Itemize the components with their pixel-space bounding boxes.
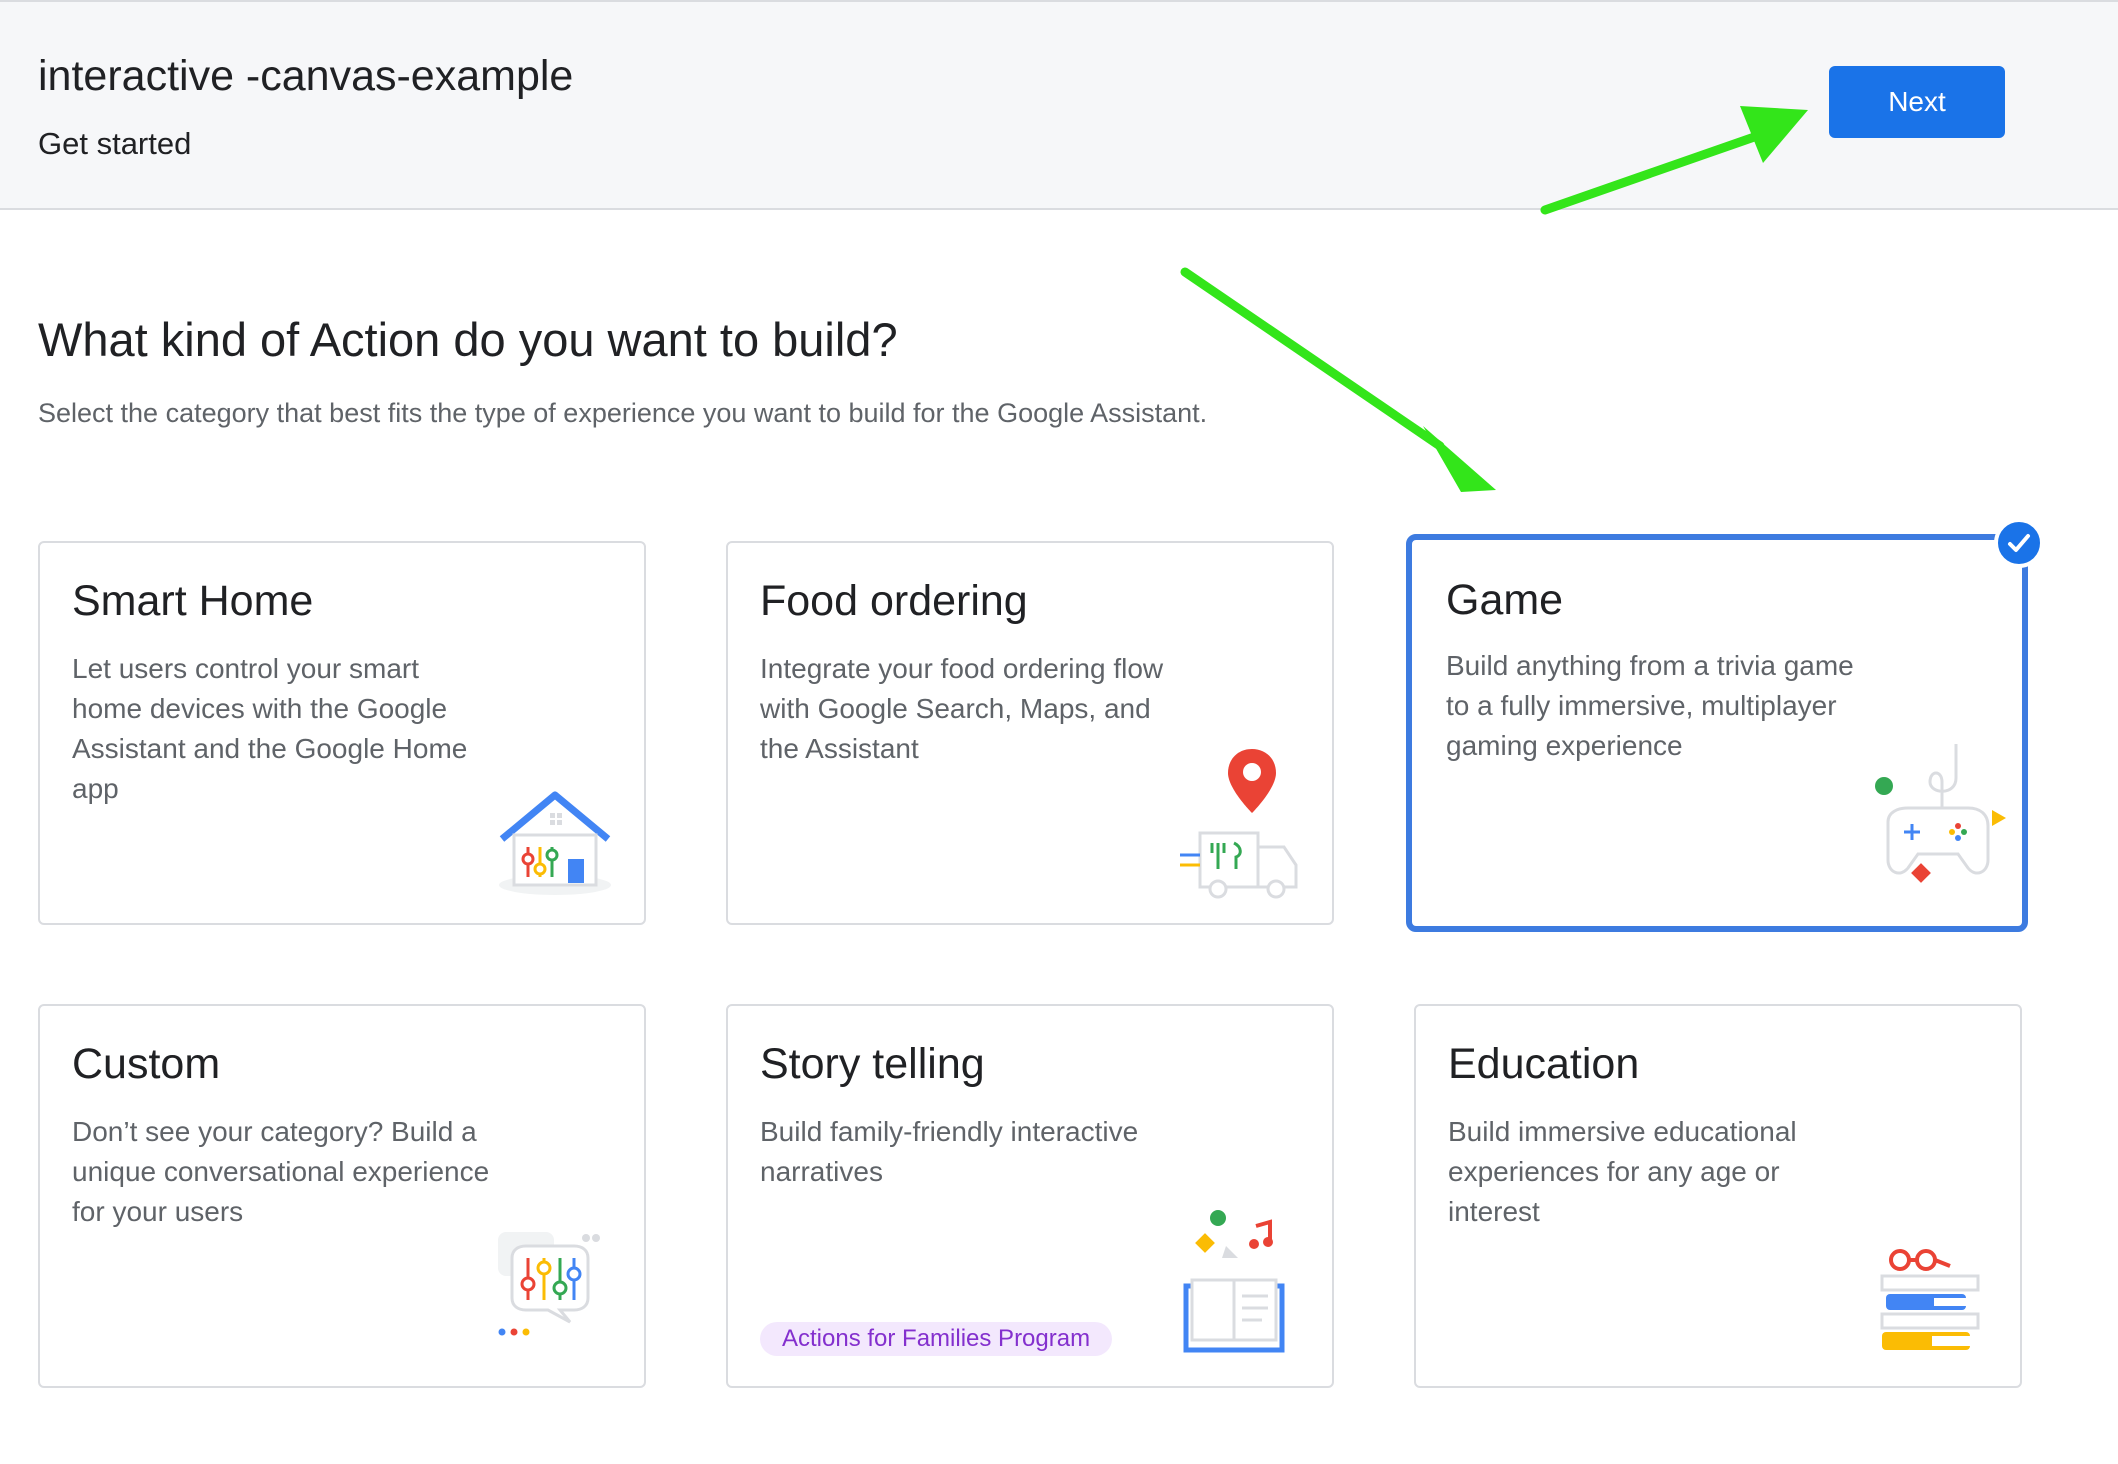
card-description: Integrate your food ordering flow with G… <box>760 653 1164 764</box>
card-smart-home[interactable]: Smart Home Let users control your smart … <box>38 541 646 925</box>
card-title: Food ordering <box>760 577 1028 625</box>
card-title: Smart Home <box>72 577 314 625</box>
page-header: interactive -canvas-example Get started … <box>0 0 2118 210</box>
card-description: Build anything from a trivia game to a f… <box>1446 650 1854 761</box>
open-book-icon <box>1183 1210 1285 1353</box>
card-description: Build family-friendly interactive narrat… <box>760 1116 1139 1187</box>
books-glasses-icon <box>1880 1249 1980 1350</box>
card-food-ordering[interactable]: Food ordering Integrate your food orderi… <box>726 541 1334 925</box>
food-truck-icon <box>1180 749 1298 899</box>
families-program-badge[interactable]: Actions for Families Program <box>760 1322 1113 1356</box>
arrow-to-game-card-icon <box>1180 267 1496 492</box>
section-description: Select the category that best fits the t… <box>38 398 1208 428</box>
section-heading: What kind of Action do you want to build… <box>38 313 898 366</box>
page-subtitle: Get started <box>38 126 192 161</box>
selected-check-icon <box>1994 518 2044 568</box>
card-description: Let users control your smart home device… <box>72 653 468 804</box>
card-story-telling[interactable]: Story telling Build family-friendly inte… <box>726 1004 1334 1388</box>
game-controller-icon <box>1875 744 2006 883</box>
smart-home-icon <box>499 791 611 895</box>
card-title: Custom <box>72 1040 221 1088</box>
card-description: Build immersive educational experiences … <box>1448 1116 1797 1227</box>
card-education[interactable]: Education Build immersive educational ex… <box>1414 1004 2022 1388</box>
card-description: Don’t see your category? Build a unique … <box>72 1116 490 1227</box>
card-title: Story telling <box>760 1040 985 1088</box>
card-title: Education <box>1448 1040 1640 1088</box>
next-button[interactable]: Next <box>1829 66 2005 138</box>
card-custom[interactable]: Custom Don’t see your category? Build a … <box>38 1004 646 1388</box>
card-game[interactable]: Game Build anything from a trivia game t… <box>1406 534 2028 932</box>
card-title: Game <box>1446 576 1564 624</box>
project-title: interactive -canvas-example <box>38 52 574 100</box>
chat-sliders-icon <box>498 1232 600 1336</box>
